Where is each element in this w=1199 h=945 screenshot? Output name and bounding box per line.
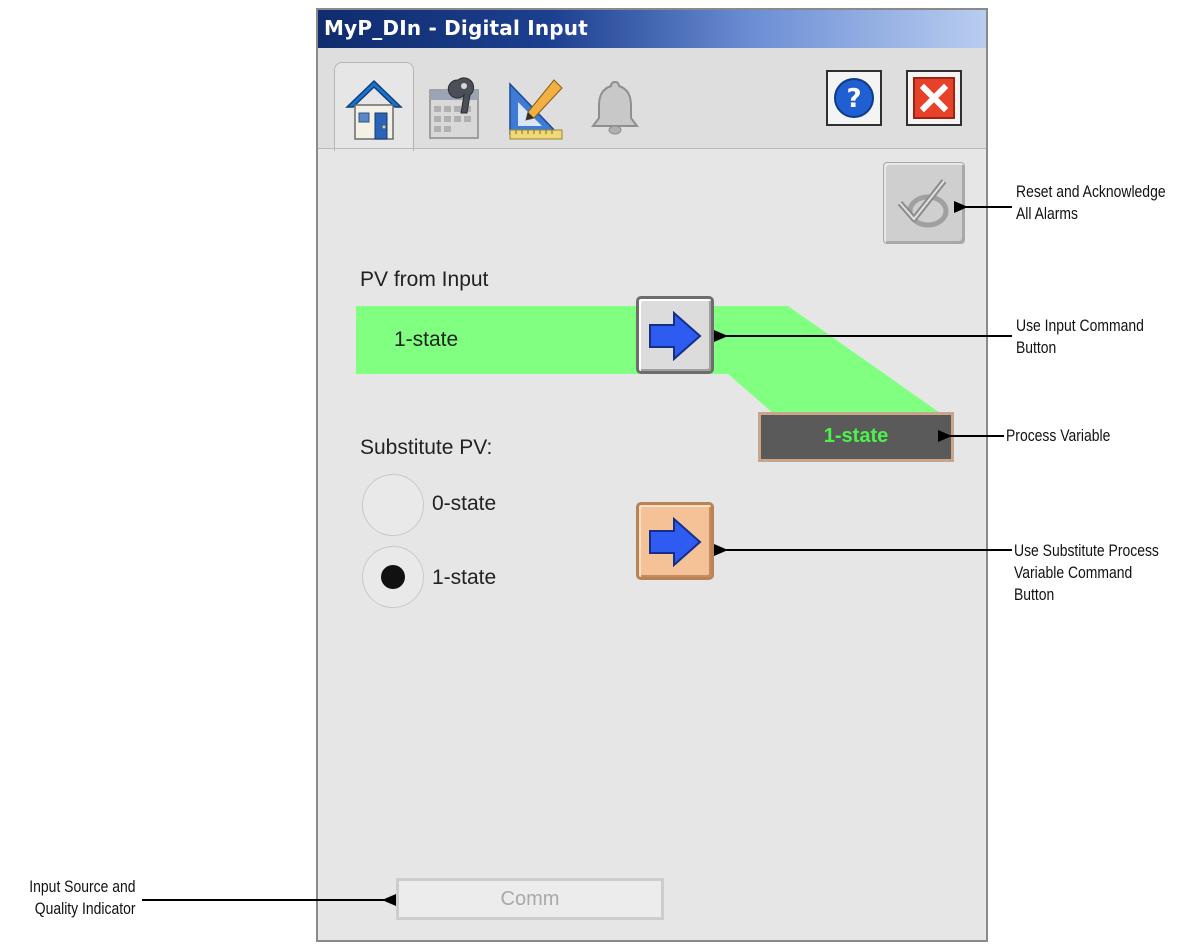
help-icon: ? xyxy=(834,78,874,118)
maintenance-icon xyxy=(429,77,479,139)
annotation-text: Reset and Acknowledge xyxy=(1016,182,1166,201)
reset-acknowledge-button[interactable] xyxy=(883,162,965,244)
annotation-text: Input Source and xyxy=(28,877,135,896)
annotation-text: Button xyxy=(1016,338,1057,357)
substitute-pv-label: Substitute PV: xyxy=(360,436,493,459)
acknowledge-check-icon xyxy=(897,179,949,228)
annotation-process-variable: Process Variable xyxy=(1006,425,1110,447)
radio-0-state[interactable] xyxy=(362,474,424,536)
close-icon xyxy=(913,77,955,119)
process-variable-display: 1-state xyxy=(758,412,954,462)
annotation-text: Quality Indicator xyxy=(34,899,135,918)
annotation-use-input: Use Input Command Button xyxy=(1016,315,1144,359)
radio-0-state-label: 0-state xyxy=(432,492,497,515)
radio-1-state[interactable] xyxy=(362,546,424,608)
home-icon xyxy=(345,79,403,140)
annotation-text: Button xyxy=(1014,585,1055,604)
faceplate-window: MyP_DIn - Digital Input ? PV from Input … xyxy=(316,8,988,942)
close-button[interactable] xyxy=(906,70,962,126)
help-button[interactable]: ? xyxy=(826,70,882,126)
use-input-command-button[interactable] xyxy=(636,296,714,374)
radio-selected-dot xyxy=(381,565,405,589)
annotation-text: Variable Command xyxy=(1014,563,1133,582)
pv-from-input-value: 1-state xyxy=(394,328,459,351)
panel-divider xyxy=(318,148,986,149)
svg-text:?: ? xyxy=(846,84,861,114)
engineering-icon xyxy=(509,79,563,140)
alarm-bell-icon xyxy=(591,80,639,135)
use-substitute-pv-command-button[interactable] xyxy=(636,502,714,580)
window-title: MyP_DIn - Digital Input xyxy=(324,16,589,40)
arrow-right-icon xyxy=(649,517,702,567)
radio-1-state-label: 1-state xyxy=(432,566,497,589)
annotation-input-source: Input Source and Quality Indicator xyxy=(29,876,135,920)
annotation-text: Use Substitute Process xyxy=(1014,541,1159,560)
tab-maintenance[interactable] xyxy=(416,66,488,142)
annotation-use-substitute: Use Substitute Process Variable Command … xyxy=(1014,540,1159,606)
annotation-reset-acknowledge: Reset and Acknowledge All Alarms xyxy=(1016,181,1166,225)
tab-engineering[interactable] xyxy=(496,66,568,142)
input-source-quality-indicator: Comm xyxy=(396,878,664,920)
title-bar[interactable]: MyP_DIn - Digital Input xyxy=(318,10,986,48)
pv-from-input-label: PV from Input xyxy=(360,268,489,291)
tab-strip: ? xyxy=(318,48,986,151)
tab-home[interactable] xyxy=(334,62,414,151)
tab-alarms[interactable] xyxy=(576,66,648,142)
annotation-text: All Alarms xyxy=(1016,204,1078,223)
annotation-text: Use Input Command xyxy=(1016,316,1144,335)
arrow-right-icon xyxy=(649,311,702,361)
annotation-text: Process Variable xyxy=(1006,426,1111,445)
